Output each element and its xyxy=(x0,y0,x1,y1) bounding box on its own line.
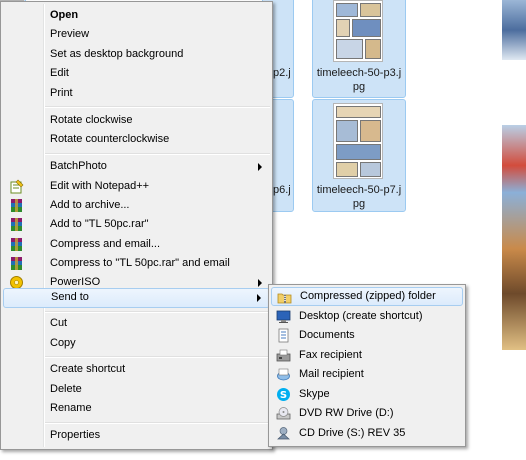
menu-item-batchphoto-label: BatchPhoto xyxy=(50,160,107,172)
file-label-p3: timeleech-50-p3.j pg xyxy=(312,66,406,94)
menu-item-print-label: Print xyxy=(50,87,73,99)
menu-item-properties-label: Properties xyxy=(50,429,101,441)
zip-folder-icon xyxy=(277,293,292,304)
preview-pane-image xyxy=(502,0,526,350)
menu-item-edit[interactable]: Edit xyxy=(3,64,270,83)
context-menu: Open Preview Set as desktop background E… xyxy=(0,1,273,450)
menu-item-copy[interactable]: Copy xyxy=(3,334,270,353)
send-to-submenu: Compressed (zipped) folder Desktop (crea… xyxy=(268,284,466,447)
fax-icon xyxy=(276,349,291,362)
menu-item-set-desktop-background-label: Set as desktop background xyxy=(50,48,184,60)
menu-item-add-to-rar[interactable]: Add to "TL 50pc.rar" xyxy=(3,215,270,234)
menu-item-rotate-clockwise[interactable]: Rotate clockwise xyxy=(3,111,270,130)
svg-text:S: S xyxy=(280,390,287,401)
menu-item-compress-to-rar-email-label: Compress to "TL 50pc.rar" and email xyxy=(50,257,230,269)
menu-separator xyxy=(45,356,270,358)
menu-item-rotate-clockwise-label: Rotate clockwise xyxy=(50,114,133,126)
file-label-p3-line2: pg xyxy=(352,81,366,93)
mail-icon xyxy=(277,368,290,381)
file-label-p7: timeleech-50-p7.j pg xyxy=(312,183,406,211)
menu-item-print[interactable]: Print xyxy=(3,84,270,103)
menu-item-edit-notepad[interactable]: Edit with Notepad++ xyxy=(3,177,270,196)
winrar-icon xyxy=(11,257,22,270)
menu-item-preview-label: Preview xyxy=(50,28,90,40)
menu-item-delete-label: Delete xyxy=(50,383,82,395)
submenu-arrow-icon xyxy=(258,279,262,287)
menu-item-cut[interactable]: Cut xyxy=(3,314,270,333)
menu-item-compress-and-email-label: Compress and email... xyxy=(50,238,161,250)
menu-item-delete[interactable]: Delete xyxy=(3,380,270,399)
winrar-icon xyxy=(11,238,22,251)
menu-separator xyxy=(45,311,270,313)
send-to-desktop[interactable]: Desktop (create shortcut) xyxy=(271,307,463,326)
menu-separator xyxy=(45,153,270,155)
winrar-icon xyxy=(11,218,22,231)
send-to-fax-recipient[interactable]: Fax recipient xyxy=(271,346,463,365)
menu-item-rename[interactable]: Rename xyxy=(3,399,270,418)
menu-item-edit-notepad-label: Edit with Notepad++ xyxy=(50,180,150,192)
dvd-drive-icon xyxy=(276,407,291,420)
file-label-p7-line1: timeleech-50-p7.j xyxy=(316,184,402,196)
send-to-cd-drive-label: CD Drive (S:) REV 35 xyxy=(299,427,406,439)
file-label-middle-1: p2.j xyxy=(273,67,291,79)
send-to-skype-label: Skype xyxy=(299,388,330,400)
menu-item-compress-and-email[interactable]: Compress and email... xyxy=(3,235,270,254)
menu-item-properties[interactable]: Properties xyxy=(3,426,270,445)
file-label-p7-line2: pg xyxy=(352,198,366,210)
menu-item-add-to-rar-label: Add to "TL 50pc.rar" xyxy=(50,218,149,230)
menu-item-edit-label: Edit xyxy=(50,67,69,79)
send-to-documents[interactable]: Documents xyxy=(271,326,463,345)
winrar-icon xyxy=(11,199,22,212)
menu-item-send-to[interactable]: Send to xyxy=(3,288,270,308)
send-to-desktop-label: Desktop (create shortcut) xyxy=(299,310,423,322)
send-to-cd-drive[interactable]: CD Drive (S:) REV 35 xyxy=(271,424,463,443)
menu-item-preview[interactable]: Preview xyxy=(3,25,270,44)
menu-item-rotate-counterclockwise-label: Rotate counterclockwise xyxy=(50,133,170,145)
send-to-fax-recipient-label: Fax recipient xyxy=(299,349,362,361)
menu-item-send-to-label: Send to xyxy=(51,291,89,303)
menu-item-rename-label: Rename xyxy=(50,402,92,414)
menu-separator xyxy=(45,106,270,108)
send-to-mail-recipient-label: Mail recipient xyxy=(299,368,364,380)
notepad-plus-plus-icon xyxy=(10,179,24,194)
menu-item-create-shortcut-label: Create shortcut xyxy=(50,363,126,375)
menu-item-create-shortcut[interactable]: Create shortcut xyxy=(3,360,270,379)
submenu-arrow-icon xyxy=(257,294,261,302)
submenu-arrow-icon xyxy=(258,163,262,171)
cd-drive-icon xyxy=(277,427,290,440)
send-to-skype[interactable]: S Skype xyxy=(271,385,463,404)
send-to-dvd-rw-drive[interactable]: DVD RW Drive (D:) xyxy=(271,404,463,423)
file-label-middle-2: p6.j xyxy=(273,184,291,196)
menu-item-poweriso-label: PowerISO xyxy=(50,276,101,288)
send-to-mail-recipient[interactable]: Mail recipient xyxy=(271,365,463,384)
thumbnail-p3 xyxy=(333,0,383,62)
file-label-p3-line1: timeleech-50-p3.j xyxy=(316,67,402,79)
thumbnail-p7 xyxy=(333,103,383,179)
menu-item-compress-to-rar-email[interactable]: Compress to "TL 50pc.rar" and email xyxy=(3,254,270,273)
menu-item-set-desktop-background[interactable]: Set as desktop background xyxy=(3,45,270,64)
menu-separator xyxy=(45,422,270,424)
menu-item-copy-label: Copy xyxy=(50,337,76,349)
menu-item-cut-label: Cut xyxy=(50,317,68,329)
desktop-icon xyxy=(276,310,291,323)
menu-item-add-to-archive-label: Add to archive... xyxy=(50,199,130,211)
skype-icon: S xyxy=(277,388,290,401)
send-to-documents-label: Documents xyxy=(299,329,355,341)
menu-item-batchphoto[interactable]: BatchPhoto xyxy=(3,157,270,176)
menu-item-add-to-archive[interactable]: Add to archive... xyxy=(3,196,270,215)
send-to-compressed-folder-label: Compressed (zipped) folder xyxy=(300,290,436,302)
menu-item-open-label: Open xyxy=(50,9,79,21)
menu-item-rotate-counterclockwise[interactable]: Rotate counterclockwise xyxy=(3,130,270,149)
documents-icon xyxy=(278,328,289,343)
send-to-compressed-folder[interactable]: Compressed (zipped) folder xyxy=(271,287,463,306)
send-to-dvd-rw-drive-label: DVD RW Drive (D:) xyxy=(299,407,394,419)
menu-item-open[interactable]: Open xyxy=(3,6,270,25)
